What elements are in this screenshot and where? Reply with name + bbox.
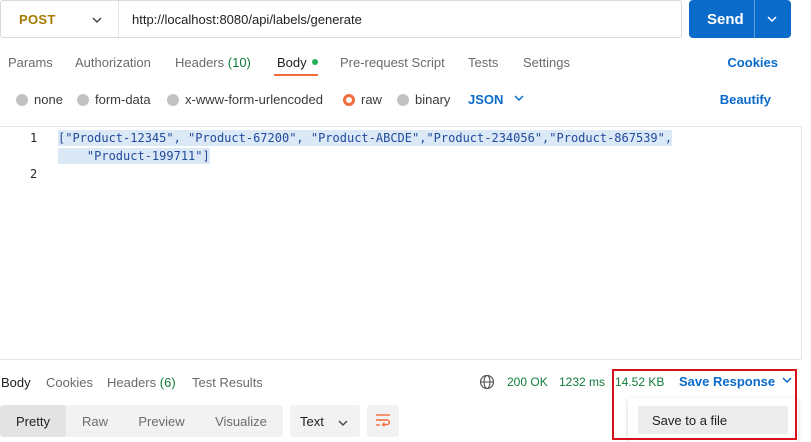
save-response-menu: Save to a file: [628, 398, 798, 442]
body-type-radios: none form-data x-www-form-urlencoded raw…: [0, 90, 811, 110]
tab-body-label: Body: [277, 55, 307, 70]
wrap-lines-button[interactable]: [367, 405, 399, 437]
radio-circle: [397, 93, 409, 106]
response-tab-cookies[interactable]: Cookies: [46, 375, 93, 390]
wrap-lines-icon: [375, 413, 391, 430]
format-select-label: Text: [300, 413, 324, 429]
code-line: ["Product-12345", "Product-67200", "Prod…: [58, 130, 673, 146]
tab-pre-request-script[interactable]: Pre-request Script: [340, 55, 445, 70]
radio-binary-label: binary: [415, 92, 451, 107]
save-response-label: Save Response: [679, 374, 776, 389]
view-visualize-button[interactable]: Visualize: [199, 405, 283, 437]
code-line-text: ["Product-12345", "Product-67200", "Prod…: [58, 130, 673, 146]
response-tab-test-results[interactable]: Test Results: [192, 375, 263, 390]
send-divider: [754, 0, 755, 38]
code-line-text: "Product-199711"]: [58, 148, 210, 164]
tab-tests[interactable]: Tests: [468, 55, 498, 70]
save-to-file-menu-item[interactable]: Save to a file: [638, 406, 788, 434]
language-select-label: JSON: [468, 92, 504, 107]
line-number: 1: [30, 131, 38, 145]
view-pretty-button[interactable]: Pretty: [0, 405, 66, 437]
tab-body[interactable]: Body: [277, 55, 318, 70]
response-tab-body[interactable]: Body: [1, 375, 31, 390]
radio-circle: [77, 93, 89, 106]
radio-none[interactable]: none: [16, 92, 63, 107]
active-tab-underline: [274, 74, 318, 76]
tab-headers-label: Headers: [175, 55, 225, 70]
radio-binary[interactable]: binary: [397, 92, 450, 107]
chevron-down-icon: [91, 14, 103, 29]
chevron-down-icon: [513, 92, 525, 107]
tab-params[interactable]: Params: [8, 55, 53, 70]
tab-settings[interactable]: Settings: [523, 55, 570, 70]
cookies-link[interactable]: Cookies: [727, 55, 778, 70]
radio-circle-selected: [343, 93, 355, 106]
language-select[interactable]: JSON: [468, 92, 525, 107]
radio-raw-label: raw: [361, 92, 382, 107]
response-size[interactable]: 14.52 KB: [615, 375, 664, 389]
method-select[interactable]: POST: [1, 1, 119, 37]
format-select[interactable]: Text: [290, 405, 360, 437]
radio-circle: [167, 93, 179, 106]
code-editor[interactable]: 1 ["Product-12345", "Product-67200", "Pr…: [0, 126, 802, 360]
response-status[interactable]: 200 OK: [507, 375, 548, 389]
response-tab-headers-count: (6): [159, 375, 176, 390]
tab-headers-count: (10): [227, 55, 251, 70]
url-bar: POST: [0, 0, 682, 38]
chevron-down-icon: [337, 417, 349, 432]
radio-form-data[interactable]: form-data: [77, 92, 151, 107]
radio-raw[interactable]: raw: [343, 92, 382, 107]
radio-none-label: none: [34, 92, 63, 107]
tab-headers[interactable]: Headers (10): [175, 55, 251, 70]
save-response-button[interactable]: Save Response: [679, 374, 793, 389]
radio-urlencoded[interactable]: x-www-form-urlencoded: [167, 92, 323, 107]
line-number: 2: [30, 167, 38, 181]
request-tabs: Params Authorization Headers (10) Body P…: [0, 52, 811, 76]
view-raw-button[interactable]: Raw: [66, 405, 124, 437]
response-tab-headers[interactable]: Headers (6): [107, 375, 176, 390]
send-button[interactable]: Send: [689, 0, 791, 38]
tab-authorization[interactable]: Authorization: [75, 55, 151, 70]
response-time[interactable]: 1232 ms: [559, 375, 605, 389]
view-preview-button[interactable]: Preview: [124, 405, 199, 437]
radio-circle: [16, 93, 28, 106]
radio-urlencoded-label: x-www-form-urlencoded: [185, 92, 323, 107]
view-mode-group: Pretty Raw Preview Visualize: [0, 405, 283, 437]
beautify-link[interactable]: Beautify: [720, 92, 771, 107]
chevron-down-icon: [781, 374, 793, 389]
chevron-down-icon[interactable]: [766, 13, 778, 28]
code-line: "Product-199711"]: [58, 148, 210, 164]
body-indicator-dot: [311, 59, 318, 65]
globe-icon[interactable]: [479, 374, 495, 393]
response-tab-headers-label: Headers: [107, 375, 157, 390]
radio-form-data-label: form-data: [95, 92, 151, 107]
send-label: Send: [707, 10, 744, 28]
url-input[interactable]: [119, 1, 681, 37]
method-label: POST: [19, 11, 56, 27]
